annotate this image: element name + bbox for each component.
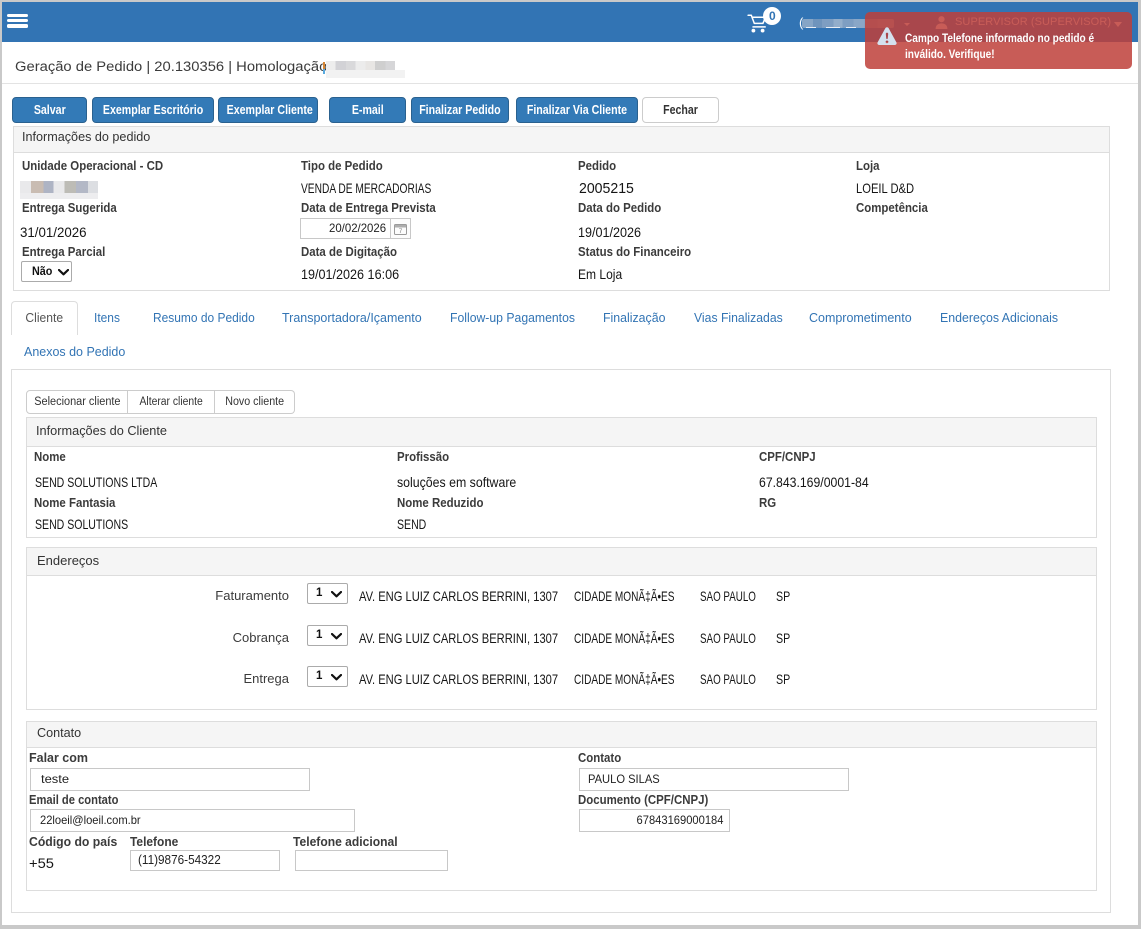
svg-text:7: 7: [399, 228, 403, 235]
